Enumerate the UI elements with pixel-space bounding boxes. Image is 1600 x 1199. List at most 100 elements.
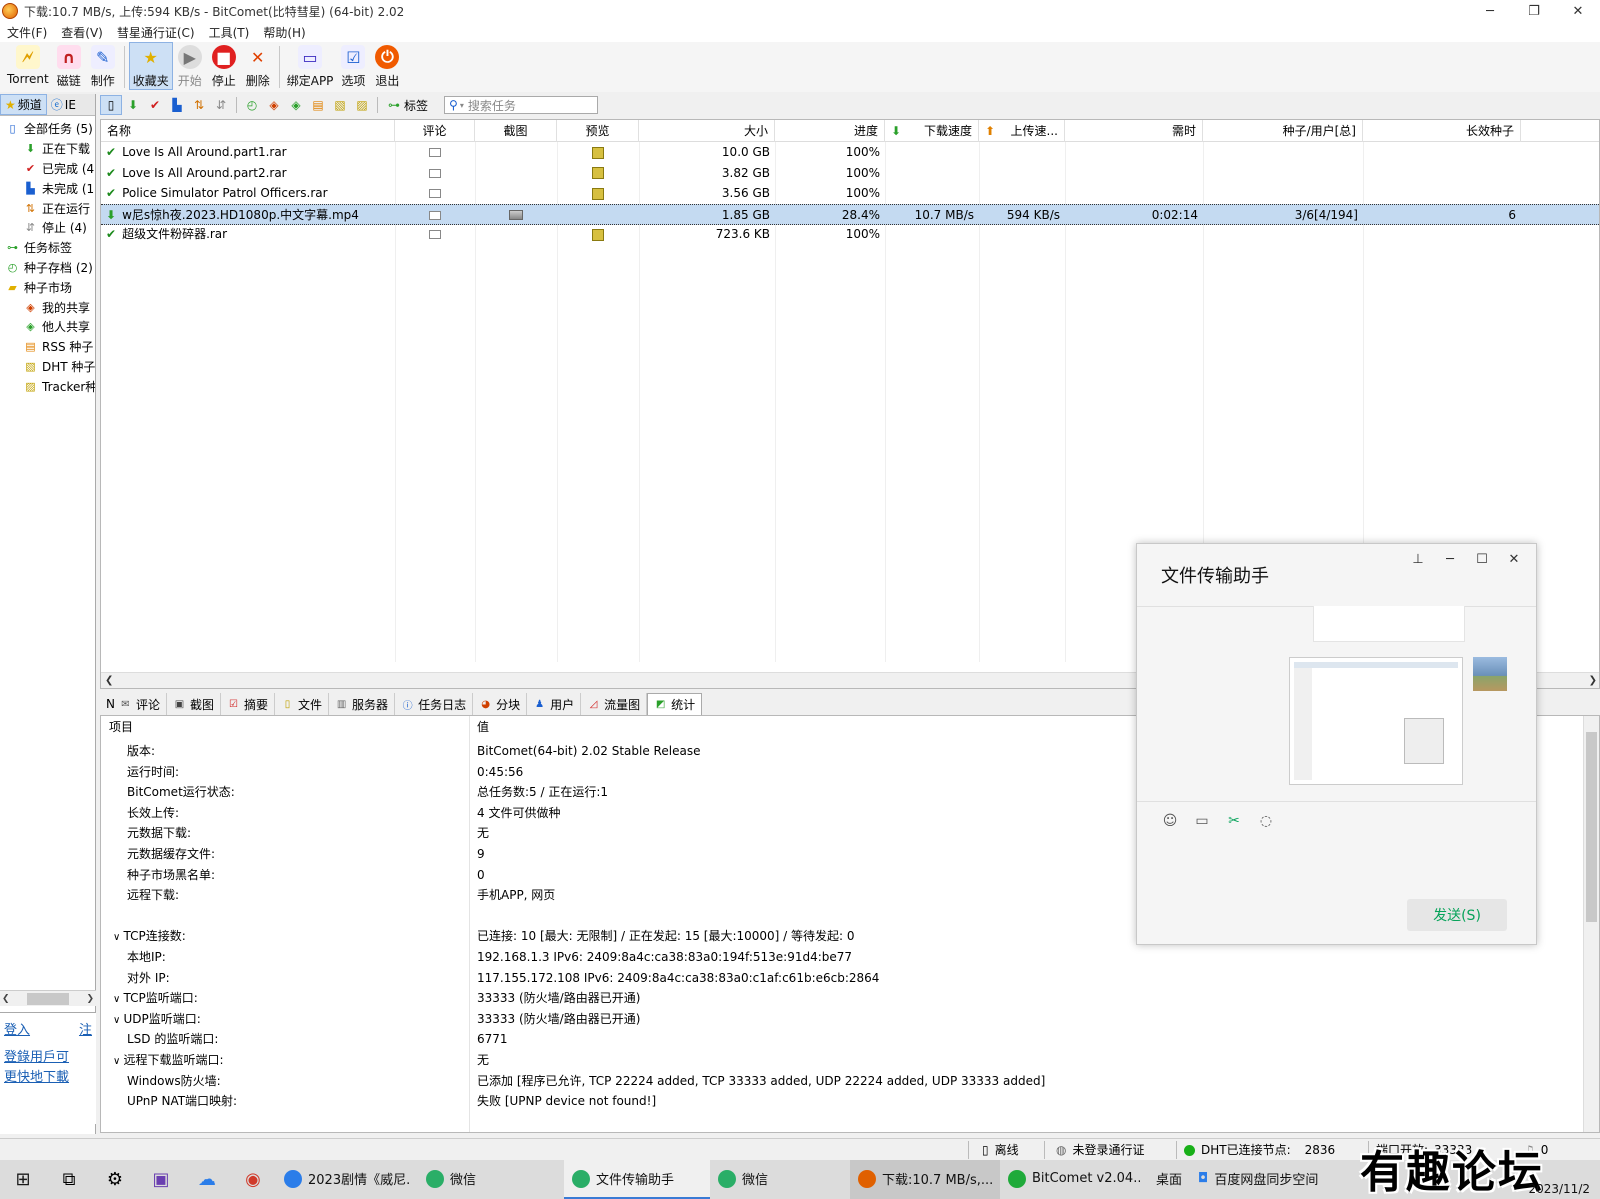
tree-item[interactable]: ⊶ 任务标签 [0, 238, 95, 258]
tree-item[interactable]: ▯ 全部任务 (5) [0, 119, 95, 139]
taskbar-clock[interactable]: 2023/11/2 [1528, 1182, 1590, 1196]
column-header[interactable]: ⬇ 下载速度 [885, 120, 979, 142]
column-header[interactable]: 进度 [775, 120, 885, 142]
settings-gear-icon[interactable]: ⚙ [92, 1160, 138, 1199]
stat-row[interactable]: ∨ TCP监听端口: 33333 (防火墙/路由器已开通) [101, 988, 1581, 1009]
task-view-icon[interactable]: ⧉ [46, 1160, 92, 1199]
task-row[interactable]: ✔ Love Is All Around.part1.rar 10.0 GB 100% [101, 142, 1599, 163]
restore-button[interactable]: ❐ [1512, 0, 1556, 22]
toolbar-button-star[interactable]: ★ 收藏夹 [128, 42, 173, 90]
preview-icon[interactable] [592, 228, 604, 241]
tab-traffic-chart[interactable]: ◿ 流量图 [581, 693, 648, 715]
minimize-button[interactable]: ─ [1468, 0, 1512, 22]
tab-comment[interactable]: N ✉ 评论 [100, 693, 167, 715]
incomplete-filter-icon[interactable]: ▙ [166, 95, 188, 115]
avatar[interactable] [1473, 657, 1507, 691]
stat-row[interactable]: UPnP NAT端口映射: 失败 [UPNP device not found!] [101, 1091, 1581, 1112]
tab-file[interactable]: ▯ 文件 [275, 693, 330, 715]
message-bubble[interactable] [1313, 606, 1465, 642]
preview-icon[interactable] [592, 167, 604, 180]
tree-item[interactable]: ▙ 未完成 (1 [0, 178, 95, 198]
tab-log[interactable]: ⓘ 任务日志 [395, 693, 474, 715]
comment-mail-icon[interactable] [429, 189, 441, 199]
stat-row[interactable]: 本地IP: 192.168.1.3 IPv6: 2409:8a4c:ca38:83… [101, 947, 1581, 968]
archive-filter-icon[interactable]: ◴ [241, 95, 263, 115]
minimize-button[interactable]: ─ [1434, 548, 1466, 570]
search-dropdown-icon[interactable]: ▾ [460, 101, 464, 110]
login-hint[interactable]: 登錄用戶可 更快地下載 [0, 1044, 96, 1092]
column-header[interactable]: 预览 [557, 120, 639, 142]
task-row[interactable]: ✔ Love Is All Around.part2.rar 3.82 GB 100% [101, 163, 1599, 184]
tree-item[interactable]: ◈ 我的共享 [0, 297, 95, 317]
pin-icon[interactable]: ⊥ [1402, 548, 1434, 570]
tab-user[interactable]: ♟ 用户 [527, 693, 582, 715]
register-link[interactable]: 注 [79, 1019, 92, 1038]
toolbar-button-power[interactable]: ⏻ 退出 [370, 42, 404, 90]
completed-filter-icon[interactable]: ✔ [144, 95, 166, 115]
tab-screenshot[interactable]: ▣ 截图 [167, 693, 222, 715]
menu-item[interactable]: 工具(T) [202, 22, 257, 42]
rss-filter-icon[interactable]: ▤ [307, 95, 329, 115]
others-share-filter-icon[interactable]: ◈ [285, 95, 307, 115]
taskbar-app[interactable]: 微信 [418, 1160, 564, 1199]
column-header[interactable]: 截图 [475, 120, 557, 142]
running-filter-icon[interactable]: ⇅ [188, 95, 210, 115]
stat-row[interactable]: LSD 的监听端口: 6771 [101, 1029, 1581, 1050]
scroll-right-icon[interactable]: ❯ [86, 994, 94, 1004]
tree-item[interactable]: ✔ 已完成 (4 [0, 159, 95, 179]
menu-item[interactable]: 帮助(H) [256, 22, 312, 42]
login-link[interactable]: 登入 [4, 1019, 30, 1038]
detail-vscroll[interactable] [1583, 716, 1599, 1132]
downloading-filter-icon[interactable]: ⬇ [122, 95, 144, 115]
column-header[interactable]: 评论 [395, 120, 475, 142]
tree-item[interactable]: ▤ RSS 种子 [0, 337, 95, 357]
maximize-button[interactable]: ☐ [1466, 548, 1498, 570]
tree-item[interactable]: ⇵ 停止 (4) [0, 218, 95, 238]
expand-chevron-icon[interactable]: ∨ [113, 1056, 124, 1067]
taskbar-app[interactable]: 下载:10.7 MB/s,... [850, 1160, 1000, 1199]
toolbar-button-options[interactable]: ☑ 选项 [336, 42, 370, 90]
tree-item[interactable]: ▰ 种子市场 [0, 277, 95, 297]
column-header[interactable]: ⬆ 上传速... [979, 120, 1065, 142]
preview-icon[interactable] [592, 187, 604, 200]
tracker-filter-icon[interactable]: ▨ [351, 95, 373, 115]
toolbar-button-play[interactable]: ▶ 开始 [173, 42, 207, 90]
column-header[interactable]: 种子/用户[总] [1203, 120, 1363, 142]
stat-row[interactable]: ∨ UDP监听端口: 33333 (防火墙/路由器已开通) [101, 1009, 1581, 1030]
scroll-right-icon[interactable]: ❯ [1589, 675, 1597, 686]
expand-chevron-icon[interactable]: ∨ [113, 1015, 124, 1026]
tab-ie[interactable]: ⓔ IE [47, 94, 80, 115]
column-header[interactable]: 大小 [639, 120, 775, 142]
comment-mail-icon[interactable] [429, 210, 441, 220]
preview-icon[interactable] [592, 146, 604, 159]
tree-item[interactable]: ⬇ 正在下载 [0, 139, 95, 159]
menu-item[interactable]: 文件(F) [0, 22, 54, 42]
comment-mail-icon[interactable] [429, 230, 441, 240]
stat-row[interactable]: Windows防火墙: 已添加 [程序已允许, TCP 22224 added, … [101, 1071, 1581, 1092]
task-row[interactable]: ✔ Police Simulator Patrol Officers.rar 3.5… [101, 183, 1599, 204]
column-header[interactable]: 需时 [1065, 120, 1203, 142]
toolbar-button-torrent[interactable]: 🗲 Torrent [4, 42, 52, 90]
tab-stats[interactable]: ◩ 统计 [647, 693, 703, 715]
chrome-icon[interactable]: ◉ [230, 1160, 276, 1199]
expand-chevron-icon[interactable]: ∨ [113, 994, 124, 1005]
taskbar-app[interactable]: 2023剧情《威尼... [276, 1160, 418, 1199]
close-button[interactable]: ✕ [1498, 548, 1530, 570]
tag-button[interactable]: ⊶ 标签 [382, 97, 434, 114]
notepad-icon[interactable]: ▣ [138, 1160, 184, 1199]
offline-status[interactable]: ▯ 离线 [982, 1139, 1019, 1161]
toolbar-button-magnet[interactable]: ∩ 磁链 [52, 42, 86, 90]
screenshot-image-icon[interactable] [509, 210, 523, 221]
taskbar-app[interactable]: BitComet v2.04... [1000, 1160, 1148, 1199]
task-row[interactable]: ⬇ w尼s惊h夜.2023.HD1080p.中文字幕.mp4 1.85 GB 28.4… [101, 203, 1599, 225]
scissors-icon[interactable]: ✂ [1225, 812, 1243, 830]
toolbar-button-make-torrent[interactable]: ✎ 制作 [86, 42, 120, 90]
desktop-toolbar[interactable]: 桌面 [1148, 1160, 1190, 1199]
stat-row[interactable]: 对外 IP: 117.155.172.108 IPv6: 2409:8a4c:ca… [101, 968, 1581, 989]
send-button[interactable]: 发送(S) [1407, 899, 1507, 931]
all-filter-icon[interactable]: ▯ [100, 95, 122, 115]
tree-item[interactable]: ▨ Tracker种 [0, 376, 95, 396]
menu-item[interactable]: 彗星通行证(C) [110, 22, 202, 42]
toolbar-button-stop[interactable]: ■ 停止 [207, 42, 241, 90]
menu-item[interactable]: 查看(V) [54, 22, 110, 42]
